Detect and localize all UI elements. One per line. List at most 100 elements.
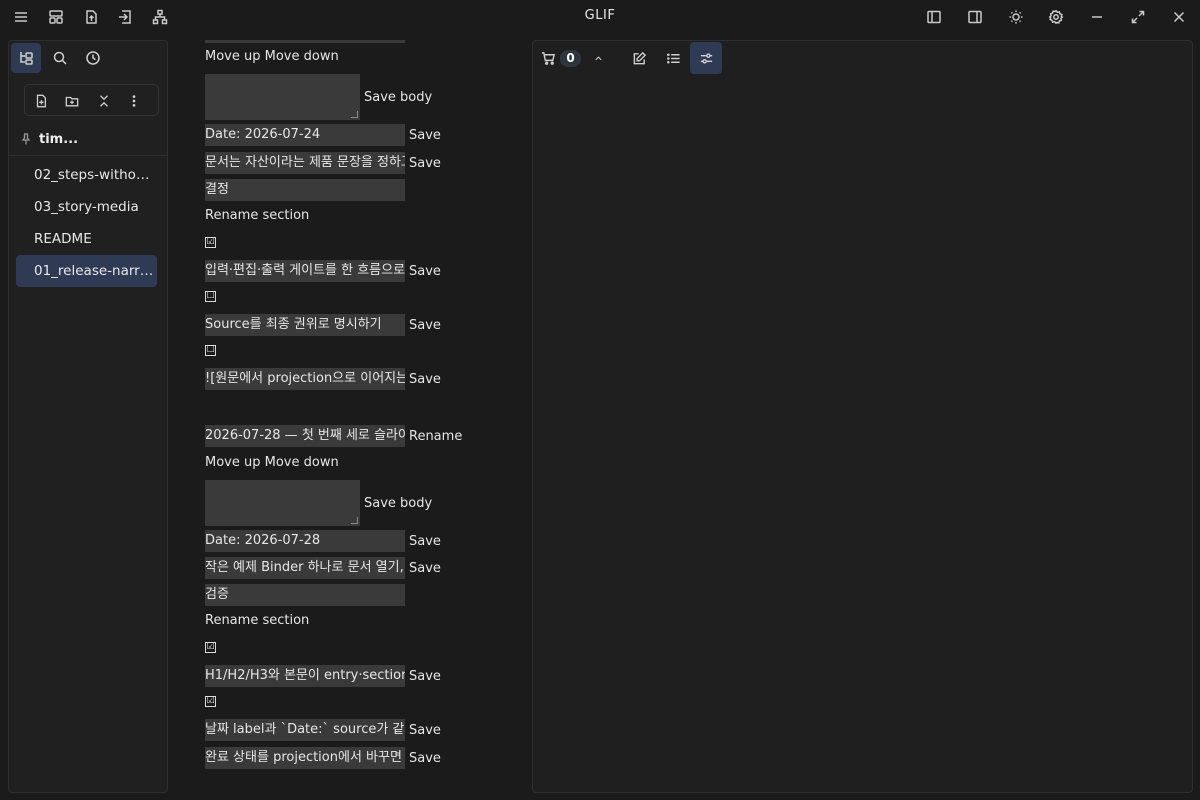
rename-button[interactable]: Rename: [409, 429, 462, 444]
close-icon[interactable]: [1167, 5, 1191, 29]
minimize-icon[interactable]: [1085, 5, 1109, 29]
task-row: H1/H2/H3와 본문이 entry·section· Save: [205, 665, 441, 687]
section-name-input[interactable]: 결정: [205, 179, 405, 201]
collapse-all-icon[interactable]: [92, 89, 116, 113]
save-button[interactable]: Save: [409, 264, 441, 279]
right-panel-icon[interactable]: [963, 5, 987, 29]
maximize-icon[interactable]: [1126, 5, 1150, 29]
body-textarea[interactable]: [205, 480, 360, 526]
settings-gear-icon[interactable]: [1044, 5, 1068, 29]
task-input[interactable]: Source를 최종 권위로 명시하기: [205, 314, 405, 336]
sidebar-file-item[interactable]: README: [16, 223, 157, 255]
save-body-button[interactable]: Save body: [364, 90, 432, 105]
rename-section-button[interactable]: Rename section: [205, 208, 309, 223]
rename-section-row: Rename section: [205, 613, 309, 628]
new-file-icon[interactable]: [29, 89, 53, 113]
task-checkbox-checked[interactable]: ☑: [205, 237, 216, 248]
save-button[interactable]: Save: [409, 318, 441, 333]
task-input[interactable]: H1/H2/H3와 본문이 entry·section·: [205, 665, 405, 687]
body-textarea[interactable]: [205, 74, 360, 120]
task-checkbox-unchecked[interactable]: ☐: [205, 345, 216, 356]
theme-sun-icon[interactable]: [1004, 5, 1028, 29]
sidebar-file-item-active[interactable]: 01_release-narrative: [16, 255, 157, 287]
move-controls: Move up Move down: [205, 455, 339, 470]
task-checkbox-checked[interactable]: ☑: [205, 642, 216, 653]
summary-row: 작은 예제 Binder 하나로 문서 열기, 편집 Save: [205, 557, 441, 579]
summary-row: 문서는 자산이라는 제품 문장을 정하고 Save: [205, 152, 441, 174]
save-button[interactable]: Save: [409, 751, 441, 766]
sidebar-file-item[interactable]: 02_steps-without-media: [16, 159, 157, 191]
date-input[interactable]: Date: 2026-07-24: [205, 124, 405, 146]
save-button[interactable]: Save: [409, 561, 441, 576]
export-icon[interactable]: [79, 5, 103, 29]
pinned-binder[interactable]: tim...: [21, 129, 161, 149]
body-row: Save body: [205, 480, 432, 526]
date-input[interactable]: Date: 2026-07-28: [205, 530, 405, 552]
menu-icon[interactable]: [9, 5, 33, 29]
new-folder-icon[interactable]: [60, 89, 84, 113]
task-input[interactable]: 날짜 label과 `Date:` source가 같은: [205, 719, 405, 741]
list-icon[interactable]: [657, 42, 689, 74]
file-toolbar: [24, 84, 159, 116]
save-button[interactable]: Save: [409, 156, 441, 171]
sitemap-icon[interactable]: [148, 5, 172, 29]
date-row: Date: 2026-07-28 Save: [205, 530, 441, 552]
save-button[interactable]: Save: [409, 372, 441, 387]
move-up-button[interactable]: Move up: [205, 455, 261, 470]
cart-icon: [542, 51, 556, 65]
file-tree-icon[interactable]: [11, 43, 41, 73]
save-body-button[interactable]: Save body: [364, 496, 432, 511]
task-input[interactable]: 입력·편집·출력 게이트를 한 흐름으로: [205, 260, 405, 282]
summary-input[interactable]: 문서는 자산이라는 제품 문장을 정하고: [205, 152, 405, 174]
chevron-up-icon[interactable]: [589, 42, 607, 74]
import-icon[interactable]: [113, 5, 137, 29]
date-row: Date: 2026-07-24 Save: [205, 124, 441, 146]
history-clock-icon[interactable]: [78, 43, 108, 73]
task-row: 입력·편집·출력 게이트를 한 흐름으로 Save: [205, 260, 441, 282]
checkbox-row: ☑: [205, 237, 216, 248]
save-button[interactable]: Save: [409, 723, 441, 738]
section-name-input[interactable]: 검증: [205, 584, 405, 606]
task-row: ![원문에서 projection으로 이어지는 Save: [205, 368, 441, 390]
more-vertical-icon[interactable]: [122, 89, 146, 113]
move-down-button[interactable]: Move down: [265, 455, 339, 470]
right-panel: 0: [532, 40, 1193, 793]
save-button[interactable]: Save: [409, 534, 441, 549]
task-row: Source를 최종 권위로 명시하기 Save: [205, 314, 441, 336]
task-row: 완료 상태를 projection에서 바꾸면 Save: [205, 747, 441, 769]
sidebar-file-item[interactable]: 03_story-media: [16, 191, 157, 223]
section-name-row: 결정: [205, 179, 405, 201]
rename-section-row: Rename section: [205, 208, 309, 223]
body-row: Save body: [205, 74, 432, 120]
move-down-button[interactable]: Move down: [265, 49, 339, 64]
left-panel-icon[interactable]: [922, 5, 946, 29]
file-item-label: README: [34, 231, 92, 247]
task-input[interactable]: ![원문에서 projection으로 이어지는: [205, 368, 405, 390]
pin-icon: [21, 133, 31, 145]
task-input[interactable]: 완료 상태를 projection에서 바꾸면: [205, 747, 405, 769]
task-row: 날짜 label과 `Date:` source가 같은 Save: [205, 719, 441, 741]
rename-section-button[interactable]: Rename section: [205, 613, 309, 628]
cart-count-badge: 0: [560, 49, 581, 67]
section-name-row: 검증: [205, 584, 405, 606]
checkbox-row: ☑: [205, 696, 216, 707]
search-icon[interactable]: [45, 43, 75, 73]
summary-input[interactable]: 작은 예제 Binder 하나로 문서 열기, 편집: [205, 557, 405, 579]
entry-title-row: 2026-07-28 — 첫 번째 세로 슬라이스 Rename: [205, 425, 462, 447]
task-checkbox-checked[interactable]: ☑: [205, 696, 216, 707]
entry-title-input[interactable]: 2026-07-28 — 첫 번째 세로 슬라이스: [205, 425, 405, 447]
move-up-button[interactable]: Move up: [205, 49, 261, 64]
save-button[interactable]: Save: [409, 128, 441, 143]
layout-icon[interactable]: [44, 5, 68, 29]
task-checkbox-unchecked[interactable]: ☐: [205, 291, 216, 302]
previous-field-edge: [205, 40, 405, 43]
sidebar-tabs: [9, 41, 167, 75]
file-item-label: 03_story-media: [34, 199, 139, 215]
save-button[interactable]: Save: [409, 669, 441, 684]
checkbox-row: ☐: [205, 345, 216, 356]
filter-sliders-icon[interactable]: [690, 42, 722, 74]
cart-button[interactable]: 0: [539, 42, 583, 74]
editor-form: Move up Move down Save body Date: 2026-0…: [200, 40, 520, 800]
pinned-binder-label: tim...: [39, 131, 79, 147]
edit-icon[interactable]: [623, 42, 655, 74]
